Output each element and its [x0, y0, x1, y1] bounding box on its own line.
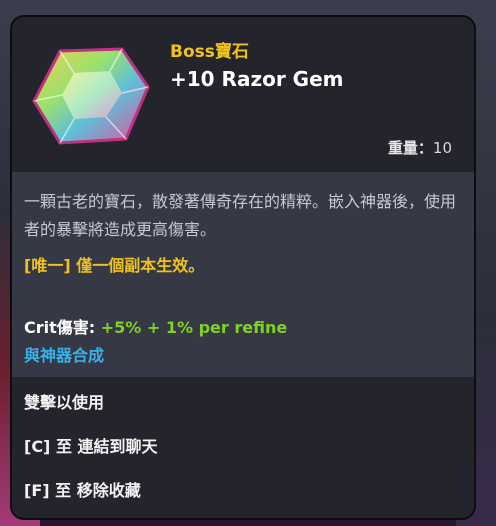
- action-link-to-chat: [C] 至 連結到聊天: [24, 437, 158, 456]
- weight-label: 重量：: [387, 139, 433, 157]
- tooltip-header: Boss寶石 +10 Razor Gem 重量：10: [12, 17, 474, 172]
- item-weight: 重量：10: [388, 137, 452, 158]
- unique-note: [唯一] 僅一個副本生效。: [24, 256, 205, 275]
- action-remove-favorite: [F] 至 移除收藏: [24, 481, 141, 500]
- stat-line: Crit傷害: +5% + 1% per refine: [24, 314, 287, 338]
- item-description-panel: 一顆古老的寶石，散發著傳奇存在的精粹。嵌入神器後，使用者的暴擊將造成更高傷害。 …: [12, 172, 474, 377]
- item-name: +10 Razor Gem: [170, 67, 344, 91]
- stat-value: +5% + 1% per refine: [100, 318, 288, 337]
- synthesis-link: 與神器合成: [24, 346, 105, 365]
- item-tooltip: Boss寶石 +10 Razor Gem 重量：10 一顆古老的寶石，散發著傳奇…: [10, 15, 476, 520]
- action-hints: 雙擊以使用 [C] 至 連結到聊天 [F] 至 移除收藏: [24, 389, 158, 518]
- stat-label: Crit傷害:: [24, 318, 101, 337]
- weight-value: 10: [432, 139, 452, 157]
- item-category: Boss寶石: [170, 42, 249, 62]
- action-double-click-use: 雙擊以使用: [24, 393, 105, 412]
- item-description: 一顆古老的寶石，散發著傳奇存在的精粹。嵌入神器後，使用者的暴擊將造成更高傷害。: [24, 192, 457, 239]
- rainbow-gem-icon: [32, 47, 150, 145]
